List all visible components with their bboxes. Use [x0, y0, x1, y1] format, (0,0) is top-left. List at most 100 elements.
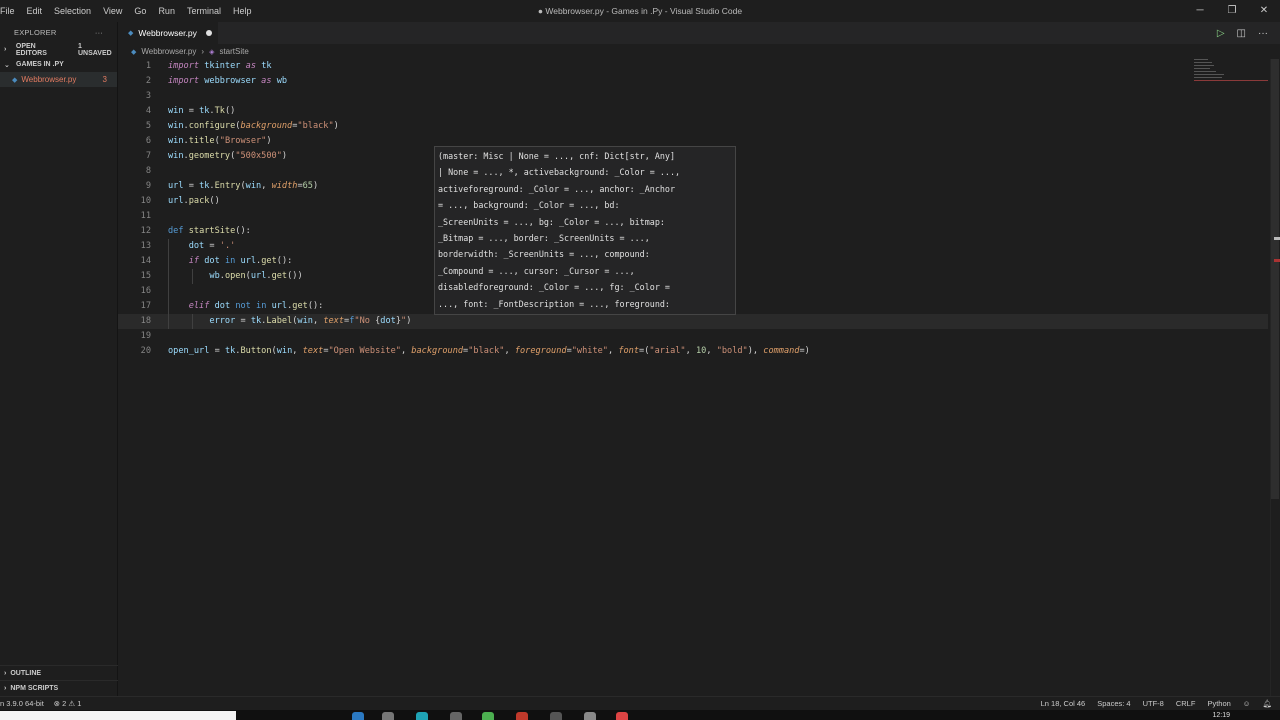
restore-icon[interactable]: ❐	[1216, 0, 1248, 22]
breadcrumb-file[interactable]: Webbrowser.py	[141, 47, 196, 56]
menu-bar: File Edit Selection View Go Run Terminal…	[0, 0, 257, 22]
language-mode[interactable]: Python	[1207, 699, 1230, 708]
app-taskbar-icon[interactable]	[416, 712, 428, 720]
code-line[interactable]: 20 open_url = tk.Button(win, text="Open W…	[118, 344, 1268, 359]
feedback-icon[interactable]: ☺	[1243, 699, 1251, 708]
minimize-icon[interactable]: ─	[1184, 0, 1216, 22]
code-token: pack	[188, 196, 210, 206]
code-line[interactable]: 1 import tkinter as tk	[118, 59, 1268, 74]
npm-scripts-label: NPM SCRIPTS	[10, 684, 59, 692]
more-actions-icon[interactable]: ···	[1258, 28, 1268, 39]
app-taskbar-icon[interactable]	[516, 712, 528, 720]
code-token: tk	[199, 106, 210, 116]
code-token: open_url	[168, 346, 210, 356]
menu-help[interactable]: Help	[227, 0, 258, 22]
menu-run[interactable]: Run	[152, 0, 181, 22]
file-item-webbrowser[interactable]: ◆ Webbrowser.py 3	[0, 72, 117, 87]
app-taskbar-icon[interactable]	[616, 712, 628, 720]
menu-file[interactable]: File	[0, 0, 21, 22]
code-token: geometry	[188, 151, 231, 161]
code-token: 65	[302, 181, 313, 191]
app-taskbar-icon[interactable]	[584, 712, 596, 720]
menu-edit[interactable]: Edit	[21, 0, 49, 22]
code-line[interactable]: 18 error = tk.Label(win, text=f"No {dot}…	[118, 314, 1268, 329]
code-token: wb	[276, 76, 288, 86]
notifications-icon[interactable]: 🔔︎	[1262, 699, 1272, 708]
code-text: import webbrowser as wb	[168, 74, 287, 89]
more-actions-icon[interactable]: ···	[95, 28, 103, 37]
breadcrumb-symbol[interactable]: startSite	[219, 47, 248, 56]
code-token: ,	[292, 346, 303, 356]
code-token: '.'	[219, 241, 236, 251]
code-token: "arial"	[649, 346, 686, 356]
app-taskbar-icon[interactable]	[550, 712, 562, 720]
taskbar-search-box[interactable]	[0, 711, 236, 720]
scroll-cursor-marker	[1274, 237, 1280, 240]
vscode-taskbar-icon[interactable]	[352, 712, 364, 720]
code-token: )	[333, 121, 339, 131]
outline-section[interactable]: › OUTLINE	[0, 665, 118, 680]
code-token: =	[204, 241, 220, 251]
encoding[interactable]: UTF-8	[1143, 699, 1164, 708]
minimap[interactable]	[1194, 59, 1268, 99]
code-text: if dot in url.get():	[168, 254, 293, 269]
code-line[interactable]: 19	[118, 329, 1268, 344]
scrollbar-thumb[interactable]	[1271, 59, 1279, 499]
code-line[interactable]: 2 import webbrowser as wb	[118, 74, 1268, 89]
menu-go[interactable]: Go	[128, 0, 152, 22]
code-token: not	[235, 301, 251, 311]
code-token: =)	[799, 346, 810, 356]
code-token: "500x500"	[235, 151, 282, 161]
line-ending[interactable]: CRLF	[1176, 699, 1196, 708]
code-token: ,	[706, 346, 717, 356]
tab-webbrowser[interactable]: ◆ Webbrowser.py	[118, 22, 218, 44]
open-editors-section[interactable]: › OPEN EDITORS 1 UNSAVED	[0, 42, 117, 57]
indentation[interactable]: Spaces: 4	[1097, 699, 1130, 708]
line-number: 20	[140, 346, 151, 356]
python-file-icon: ◆	[128, 30, 134, 37]
code-text: win.configure(background="black")	[168, 119, 339, 134]
code-token: "Browser"	[219, 136, 267, 146]
app-taskbar-icon[interactable]	[482, 712, 494, 720]
code-line[interactable]: 4 win = tk.Tk()	[118, 104, 1268, 119]
menu-view[interactable]: View	[97, 0, 128, 22]
unsaved-dot-icon[interactable]	[205, 30, 212, 36]
line-number: 2	[145, 76, 151, 86]
run-icon[interactable]: ▷	[1217, 28, 1225, 39]
npm-scripts-section[interactable]: › NPM SCRIPTS	[0, 680, 118, 695]
minimap-line	[1194, 62, 1212, 63]
python-interpreter[interactable]: n 3.9.0 64-bit	[0, 699, 44, 708]
breadcrumb-separator-icon: ›	[201, 47, 205, 56]
code-token: elif	[188, 301, 210, 311]
title-bar: File Edit Selection View Go Run Terminal…	[0, 0, 1280, 22]
outline-label: OUTLINE	[10, 669, 42, 677]
breadcrumb: ◆ Webbrowser.py › ◈ startSite	[118, 44, 249, 59]
taskbar-clock: 12:19	[1212, 712, 1230, 719]
code-token: open	[224, 271, 246, 281]
code-token: )	[406, 316, 412, 326]
code-token: webbrowser	[204, 76, 256, 86]
app-taskbar-icon[interactable]	[450, 712, 462, 720]
vertical-scrollbar[interactable]	[1270, 59, 1280, 696]
menu-selection[interactable]: Selection	[48, 0, 97, 22]
code-token: url	[240, 256, 257, 266]
code-line[interactable]: 5 win.configure(background="black")	[118, 119, 1268, 134]
line-number: 12	[140, 226, 151, 236]
code-token: )	[266, 136, 272, 146]
problems-indicator[interactable]: ⊗ 2 ⚠ 1	[54, 699, 82, 708]
code-token: ()	[224, 106, 236, 116]
code-text: dot = '.'	[168, 239, 236, 254]
menu-terminal[interactable]: Terminal	[181, 0, 227, 22]
app-taskbar-icon[interactable]	[382, 712, 394, 720]
code-text: def startSite():	[168, 224, 251, 239]
code-text: elif dot not in url.get():	[168, 299, 324, 314]
split-editor-icon[interactable]: ◫	[1237, 28, 1246, 39]
folder-section[interactable]: ⌄ GAMES IN .PY	[0, 57, 117, 72]
code-token: "white"	[571, 346, 608, 356]
code-line[interactable]: 3	[118, 89, 1268, 104]
close-icon[interactable]: ✕	[1248, 0, 1280, 22]
code-token: "black"	[297, 121, 334, 131]
cursor-position[interactable]: Ln 18, Col 46	[1041, 699, 1086, 708]
code-token: width	[271, 181, 298, 191]
